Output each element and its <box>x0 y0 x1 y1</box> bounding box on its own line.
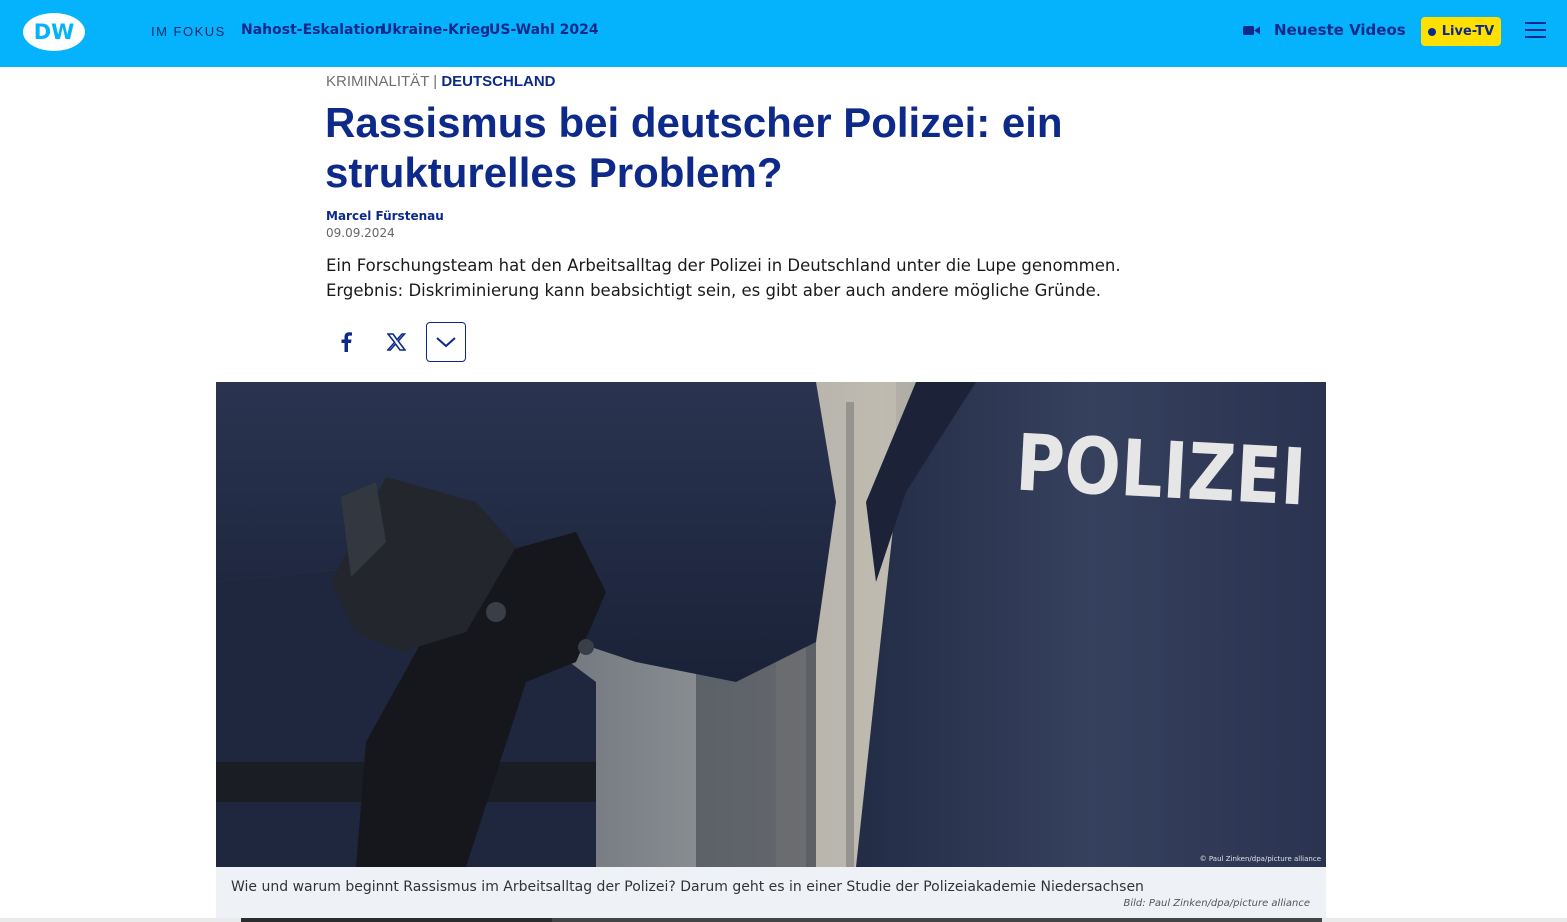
jacket-text: POLIZEI <box>1014 418 1308 523</box>
chevron-down-icon <box>436 336 456 347</box>
latest-videos-label: Neueste Videos <box>1274 21 1406 39</box>
police-photo-illustration: POLIZEI © Paul Zinken/dpa/picture allian… <box>216 382 1326 867</box>
live-tv-label: Live-TV <box>1441 24 1495 39</box>
category-label: KRIMINALITÄT <box>326 73 430 90</box>
region-link[interactable]: DEUTSCHLAND <box>441 73 555 90</box>
topic-link-ukraine[interactable]: Ukraine-Krieg <box>381 22 490 38</box>
live-tv-button[interactable]: Live-TV <box>1421 17 1501 46</box>
share-x-button[interactable] <box>376 322 416 362</box>
video-camera-icon <box>1243 25 1260 35</box>
article-kicker: KRIMINALITÄT | DEUTSCHLAND <box>326 73 556 90</box>
topic-link-nahost[interactable]: Nahost-Eskalation <box>241 22 385 38</box>
x-twitter-icon <box>386 333 406 351</box>
publish-date: 09.09.2024 <box>326 226 395 240</box>
kicker-separator: | <box>433 73 438 90</box>
facebook-icon <box>341 332 352 352</box>
hamburger-menu-icon[interactable] <box>1525 22 1546 42</box>
photo-watermark: © Paul Zinken/dpa/picture alliance <box>1200 855 1321 863</box>
live-indicator-icon <box>1427 27 1436 36</box>
topic-link-us-wahl[interactable]: US-Wahl 2024 <box>489 22 599 38</box>
dw-logo[interactable]: DW <box>22 12 86 52</box>
latest-videos-link[interactable]: Neueste Videos <box>1243 21 1406 39</box>
focus-label: IM FOKUS <box>151 24 226 39</box>
article-hero-image: POLIZEI © Paul Zinken/dpa/picture allian… <box>216 382 1326 867</box>
share-more-button[interactable] <box>426 322 466 362</box>
image-caption-box: Wie und warum beginnt Rassismus im Arbei… <box>216 867 1326 918</box>
share-facebook-button[interactable] <box>326 322 366 362</box>
article-headline: Rassismus bei deutscher Polizei: ein str… <box>325 99 1063 196</box>
author-link[interactable]: Marcel Fürstenau <box>326 209 444 223</box>
image-caption: Wie und warum beginnt Rassismus im Arbei… <box>231 879 1144 895</box>
bottom-edge-strip <box>0 918 1567 922</box>
logo-text: DW <box>34 20 75 44</box>
top-navigation-bar: DW IM FOKUS Nahost-Eskalation Ukraine-Kr… <box>0 0 1567 67</box>
article-teaser: Ein Forschungsteam hat den Arbeitsalltag… <box>326 256 1121 300</box>
image-credit: Bild: Paul Zinken/dpa/picture alliance <box>1123 898 1310 909</box>
